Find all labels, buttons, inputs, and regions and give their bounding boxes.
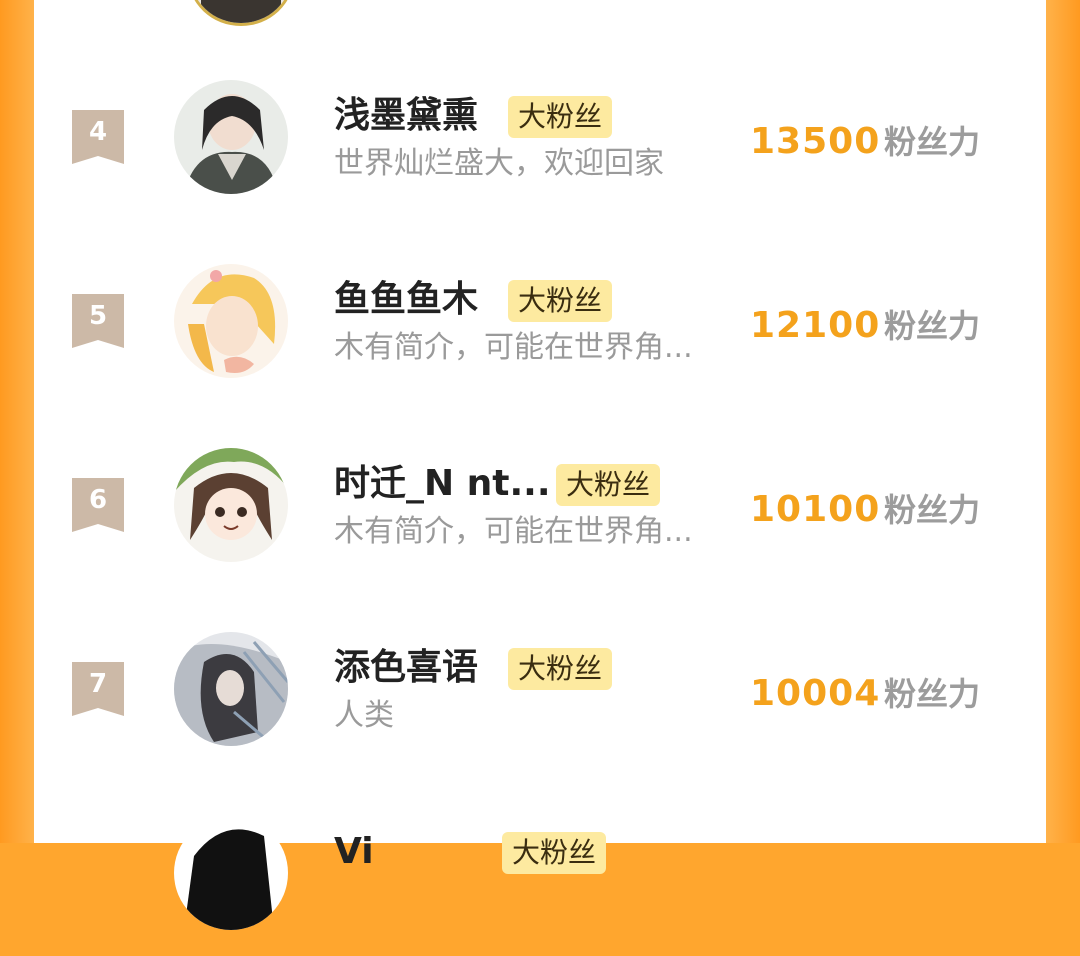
rank-badge: 4 <box>72 110 124 164</box>
rank-badge: 5 <box>72 294 124 348</box>
fan-power-score: 10004 <box>750 673 881 714</box>
user-bio: 人类 <box>334 698 394 733</box>
list-item[interactable]: 4 浅墨黛熏 大粉丝 世界灿烂盛大，欢迎回家 13500 粉丝力 <box>34 80 1046 220</box>
fan-level-tag: 大粉丝 <box>508 280 613 322</box>
previous-row-avatar[interactable] <box>188 0 294 26</box>
rank-badge: 6 <box>72 478 124 532</box>
avatar[interactable] <box>174 632 288 746</box>
fan-level-tag: 大粉丝 <box>502 832 607 874</box>
user-bio: 世界灿烂盛大，欢迎回家 <box>334 146 664 181</box>
list-item[interactable]: 7 添色喜语 大粉丝 人类 10004 粉丝力 <box>34 632 1046 772</box>
avatar[interactable] <box>174 264 288 378</box>
fan-power-label: 粉丝力 <box>884 307 981 345</box>
list-item[interactable]: Vi 大粉丝 <box>34 816 1046 956</box>
rank-number: 6 <box>88 485 108 515</box>
user-bio: 木有简介，可能在世界角... <box>334 514 693 549</box>
fan-ranking-list: 4 浅墨黛熏 大粉丝 世界灿烂盛大，欢迎回家 13500 粉丝力 5 鱼鱼鱼木 … <box>34 0 1046 930</box>
fan-power-score: 13500 <box>750 121 881 162</box>
fan-level-tag: 大粉丝 <box>508 96 613 138</box>
user-name[interactable]: 添色喜语 <box>334 644 478 692</box>
left-orange-border <box>0 0 34 843</box>
avatar[interactable] <box>174 80 288 194</box>
rank-number: 7 <box>88 669 108 699</box>
rank-badge: 7 <box>72 662 124 716</box>
avatar[interactable] <box>174 448 288 562</box>
fan-power-label: 粉丝力 <box>884 491 981 529</box>
user-name[interactable]: Vi <box>334 828 374 876</box>
fan-power-label: 粉丝力 <box>884 123 981 161</box>
list-item[interactable]: 5 鱼鱼鱼木 大粉丝 木有简介，可能在世界角... 12100 粉丝力 <box>34 264 1046 404</box>
user-name[interactable]: 浅墨黛熏 <box>334 92 478 140</box>
list-item[interactable]: 6 时迁_N nt... 大粉丝 木有简介，可能在世界角... 10100 粉丝… <box>34 448 1046 588</box>
right-orange-border <box>1046 0 1080 843</box>
rank-number: 5 <box>88 301 108 331</box>
user-bio: 木有简介，可能在世界角... <box>334 330 693 365</box>
fan-power-score: 12100 <box>750 305 881 346</box>
avatar[interactable] <box>174 816 288 930</box>
fan-power-score: 10100 <box>750 489 881 530</box>
user-name[interactable]: 时迁_N nt... <box>334 460 551 508</box>
fan-power-label: 粉丝力 <box>884 675 981 713</box>
rank-number: 4 <box>88 117 108 147</box>
fan-level-tag: 大粉丝 <box>556 464 661 506</box>
user-name[interactable]: 鱼鱼鱼木 <box>334 276 478 324</box>
fan-level-tag: 大粉丝 <box>508 648 613 690</box>
